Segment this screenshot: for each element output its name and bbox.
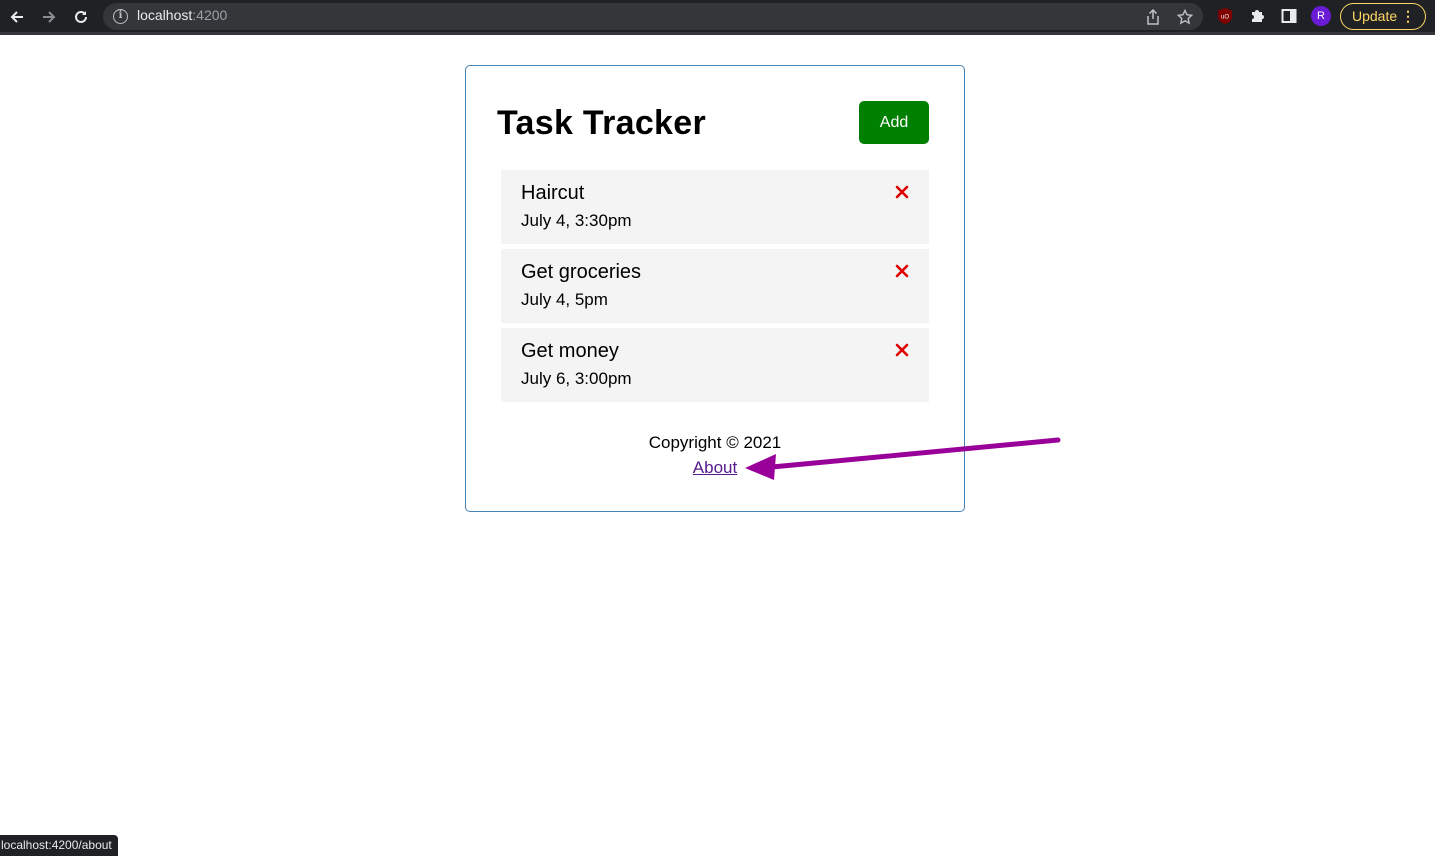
address-url[interactable]: localhost:4200 [137, 7, 227, 23]
reload-button[interactable] [68, 4, 94, 30]
times-icon[interactable] [894, 184, 910, 200]
puzzle-icon[interactable] [1247, 6, 1267, 26]
arrow-left-icon [10, 11, 23, 23]
times-icon[interactable] [894, 342, 910, 358]
update-button[interactable]: Update ⋮ [1340, 3, 1426, 30]
task-day: July 4, 5pm [521, 290, 608, 309]
sidepanel-icon[interactable] [1279, 6, 1299, 26]
task-day: July 4, 3:30pm [521, 211, 632, 230]
star-icon[interactable] [1176, 8, 1194, 26]
page-title: Task Tracker [497, 104, 707, 142]
task-item[interactable]: Get groceries July 4, 5pm [501, 249, 929, 323]
status-bar-url: localhost:4200/about [0, 835, 118, 856]
task-day: July 6, 3:00pm [521, 369, 632, 388]
browser-toolbar: i localhost:4200 uO R Update ⋮ [0, 0, 1435, 35]
reload-icon [75, 10, 87, 23]
annotation-arrow [745, 437, 1061, 480]
update-label: Update [1352, 8, 1398, 24]
address-bar[interactable]: i localhost:4200 [103, 3, 1203, 30]
forward-button[interactable] [36, 4, 62, 30]
times-icon[interactable] [894, 263, 910, 279]
kebab-menu-icon[interactable]: ⋮ [1401, 4, 1415, 29]
task-title: Get money [521, 340, 619, 362]
url-port: :4200 [192, 7, 228, 23]
url-host: localhost [137, 7, 193, 23]
arrow-right-icon [43, 11, 56, 23]
ublock-icon[interactable]: uO [1215, 6, 1235, 26]
share-icon[interactable] [1144, 8, 1162, 26]
task-item[interactable]: Get money July 6, 3:00pm [501, 328, 929, 402]
svg-text:uO: uO [1221, 15, 1229, 21]
info-icon[interactable]: i [113, 9, 128, 24]
task-item[interactable]: Haircut July 4, 3:30pm [501, 170, 929, 244]
task-title: Haircut [521, 182, 585, 204]
add-button[interactable]: Add [859, 101, 929, 144]
profile-avatar[interactable]: R [1311, 6, 1331, 26]
back-button[interactable] [4, 4, 30, 30]
task-title: Get groceries [521, 261, 642, 283]
about-link[interactable]: About [693, 458, 737, 477]
